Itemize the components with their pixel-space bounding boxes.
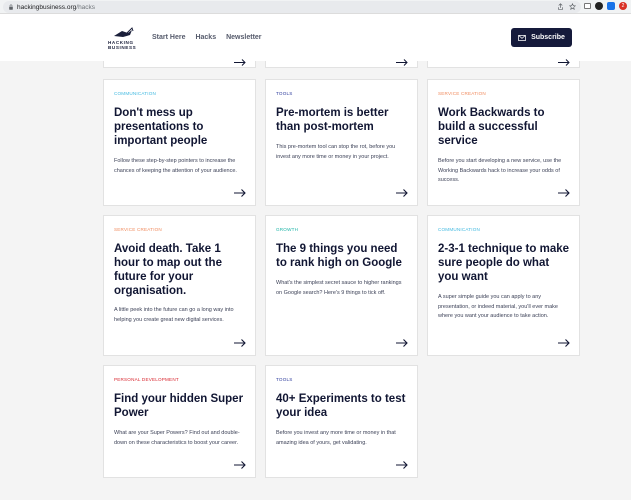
card-category: TOOLS bbox=[276, 377, 293, 382]
address-bar[interactable]: hackingbusiness.org/hacks bbox=[3, 1, 581, 13]
mail-icon bbox=[518, 34, 526, 41]
card-title[interactable]: 2-3-1 technique to make sure people do w… bbox=[438, 242, 571, 284]
arrow-right-icon[interactable] bbox=[234, 339, 246, 347]
arrow-right-icon[interactable] bbox=[558, 339, 570, 347]
main-nav: Start Here Hacks Newsletter bbox=[152, 34, 262, 41]
arrow-right-icon bbox=[234, 59, 246, 66]
nav-start-here[interactable]: Start Here bbox=[152, 34, 185, 41]
hack-card[interactable]: GROWTH The 9 things you need to rank hig… bbox=[265, 215, 418, 356]
card-title[interactable]: 40+ Experiments to test your idea bbox=[276, 392, 409, 420]
arrow-right-icon[interactable] bbox=[558, 189, 570, 197]
card-category: SERVICE CREATION bbox=[438, 91, 486, 96]
card-description: Follow these step-by-step pointers to in… bbox=[114, 158, 237, 174]
card-category: PERSONAL DEVELOPMENT bbox=[114, 377, 179, 382]
card-title[interactable]: Avoid death. Take 1 hour to map out the … bbox=[114, 242, 247, 298]
card-description: A little peek into the future can go a l… bbox=[114, 307, 234, 323]
card-category: GROWTH bbox=[276, 227, 299, 232]
bookmark-star-icon[interactable] bbox=[569, 3, 576, 10]
url-host: hackingbusiness.org bbox=[17, 3, 77, 11]
hack-card[interactable]: COMMUNICATION 2-3-1 technique to make su… bbox=[427, 215, 580, 356]
card-category: SERVICE CREATION bbox=[114, 227, 162, 232]
subscribe-label: Subscribe bbox=[531, 34, 565, 41]
card-title[interactable]: Pre-mortem is better than post-mortem bbox=[276, 106, 409, 134]
card-title[interactable]: The 9 things you need to rank high on Go… bbox=[276, 242, 409, 270]
lock-icon bbox=[9, 4, 13, 10]
card-stub[interactable] bbox=[265, 59, 418, 68]
nav-newsletter[interactable]: Newsletter bbox=[226, 34, 261, 41]
card-category: COMMUNICATION bbox=[438, 227, 481, 232]
logo-wordmark[interactable]: HACKING BUSINESS bbox=[108, 40, 136, 51]
profile-extension-icon[interactable] bbox=[595, 2, 603, 10]
card-title[interactable]: Don't mess up presentations to important… bbox=[114, 106, 247, 148]
hack-card[interactable]: TOOLS Pre-mortem is better than post-mor… bbox=[265, 79, 418, 206]
card-category: TOOLS bbox=[276, 91, 293, 96]
card-title[interactable]: Find your hidden Super Power bbox=[114, 392, 247, 420]
hack-card[interactable]: TOOLS 40+ Experiments to test your idea … bbox=[265, 365, 418, 478]
url-path: /hacks bbox=[76, 3, 96, 11]
subscribe-button[interactable]: Subscribe bbox=[511, 28, 572, 47]
site-header: HACKING BUSINESS Start Here Hacks Newsle… bbox=[0, 14, 631, 61]
nav-hacks[interactable]: Hacks bbox=[195, 34, 216, 41]
logo-line-2: BUSINESS bbox=[108, 45, 137, 51]
camera-extension-icon[interactable] bbox=[584, 3, 591, 9]
arrow-right-icon[interactable] bbox=[396, 189, 408, 197]
hack-card[interactable]: PERSONAL DEVELOPMENT Find your hidden Su… bbox=[103, 365, 256, 478]
card-description: What's the simplest secret sauce to high… bbox=[276, 280, 402, 296]
card-description: What are your Super Powers? Find out and… bbox=[114, 430, 240, 446]
browser-toolbar: hackingbusiness.org/hacks 2 bbox=[0, 0, 631, 14]
arrow-right-icon[interactable] bbox=[396, 461, 408, 469]
arrow-right-icon bbox=[558, 59, 570, 66]
card-description: Before you start developing a new servic… bbox=[438, 158, 562, 183]
arrow-right-icon bbox=[396, 59, 408, 66]
arrow-right-icon[interactable] bbox=[234, 189, 246, 197]
hack-card[interactable]: COMMUNICATION Don't mess up presentation… bbox=[103, 79, 256, 206]
hack-card[interactable]: SERVICE CREATION Avoid death. Take 1 hou… bbox=[103, 215, 256, 356]
card-description: This pre-mortem tool can stop the rot, b… bbox=[276, 144, 396, 160]
card-stub[interactable] bbox=[427, 59, 580, 68]
card-category: COMMUNICATION bbox=[114, 91, 157, 96]
arrow-right-icon[interactable] bbox=[234, 461, 246, 469]
card-title[interactable]: Work Backwards to build a successful ser… bbox=[438, 106, 571, 148]
blue-extension-icon[interactable] bbox=[607, 2, 615, 10]
notification-badge-icon[interactable]: 2 bbox=[619, 2, 627, 10]
card-description: A super simple guide you can apply to an… bbox=[438, 294, 558, 319]
card-description: Before you invest any more time or money… bbox=[276, 430, 396, 446]
card-stub[interactable] bbox=[103, 59, 256, 68]
share-icon[interactable] bbox=[557, 3, 564, 10]
hack-card[interactable]: SERVICE CREATION Work Backwards to build… bbox=[427, 79, 580, 206]
arrow-right-icon[interactable] bbox=[396, 339, 408, 347]
